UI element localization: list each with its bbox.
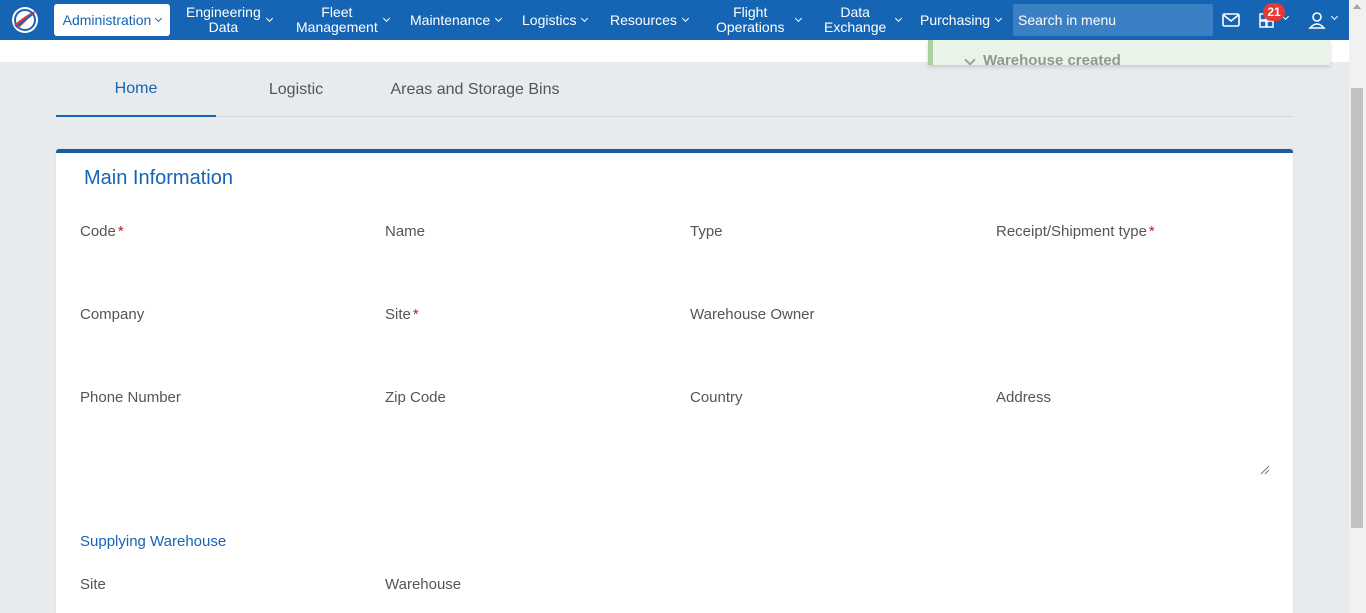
nav-label: Exchange <box>824 19 887 35</box>
code-field-label[interactable]: Code * <box>80 223 124 240</box>
label-text: Receipt/Shipment type <box>996 223 1147 240</box>
address-field-label[interactable]: Address <box>996 389 1051 406</box>
section-title: Main Information <box>84 167 233 189</box>
scrollbar-thumb[interactable] <box>1351 88 1363 528</box>
tab-areas-storage-bins[interactable]: Areas and Storage Bins <box>376 62 574 117</box>
nav-resources[interactable]: Resources <box>610 0 689 40</box>
chevron-down-icon <box>581 14 589 23</box>
nav-label: Resources <box>610 11 677 28</box>
user-icon[interactable] <box>1308 8 1326 32</box>
required-mark: * <box>412 306 419 323</box>
supplying-site-field-label[interactable]: Site <box>80 576 106 593</box>
chevron-down-icon <box>155 14 163 23</box>
administration-menu-button[interactable]: Administration <box>54 4 170 36</box>
nav-label: Flight <box>733 4 768 20</box>
country-field-label[interactable]: Country <box>690 389 743 406</box>
required-mark: * <box>1148 223 1155 240</box>
supplying-warehouse-field-label[interactable]: Warehouse <box>385 576 461 593</box>
nav-fleet-management[interactable]: Fleet Management <box>296 0 390 40</box>
nav-logistics[interactable]: Logistics <box>522 0 589 40</box>
tab-bar: Home Logistic Areas and Storage Bins <box>56 62 1293 117</box>
textarea-resize-handle[interactable] <box>1260 465 1270 475</box>
company-field-label[interactable]: Company <box>80 306 144 323</box>
tab-label: Logistic <box>268 80 324 98</box>
chevron-down-icon <box>681 14 689 23</box>
mail-icon[interactable] <box>1221 8 1241 32</box>
required-mark: * <box>117 223 124 240</box>
nav-data-exchange[interactable]: Data Exchange <box>824 0 903 40</box>
nav-flight-operations[interactable]: Flight Operations <box>716 0 803 40</box>
administration-label: Administration <box>62 12 152 28</box>
chevron-down-icon <box>382 14 390 23</box>
menu-search-input[interactable]: Search in menu <box>1013 4 1213 36</box>
nav-label: Engineering <box>186 4 261 20</box>
label-text: Code <box>80 223 116 240</box>
name-field-label[interactable]: Name <box>385 223 425 240</box>
tab-label: Areas and Storage Bins <box>390 80 560 98</box>
chevron-down-icon[interactable] <box>1330 12 1339 21</box>
chevron-down-icon <box>995 14 1003 23</box>
tab-label: Home <box>114 79 158 97</box>
nav-engineering-data[interactable]: Engineering Data <box>186 0 273 40</box>
nav-label: Management <box>296 19 378 35</box>
nav-label: Maintenance <box>410 11 491 28</box>
type-field-label[interactable]: Type <box>690 223 723 240</box>
nav-label: Purchasing <box>920 11 991 28</box>
label-text: Site <box>385 306 411 323</box>
supplying-warehouse-title: Supplying Warehouse <box>80 533 227 550</box>
site-field-label[interactable]: Site * <box>385 306 419 323</box>
nav-label: Data <box>208 19 239 35</box>
nav-maintenance[interactable]: Maintenance <box>410 0 503 40</box>
chevron-down-icon <box>895 14 903 23</box>
tab-logistic[interactable]: Logistic <box>216 62 376 117</box>
page-scrollbar[interactable] <box>1349 0 1366 613</box>
main-information-card: Main Information Code * Name Type Receipt… <box>56 149 1293 613</box>
phone-field-label[interactable]: Phone Number <box>80 389 181 406</box>
nav-purchasing[interactable]: Purchasing <box>920 0 1003 40</box>
tab-home[interactable]: Home <box>56 62 216 117</box>
search-placeholder: Search in menu <box>1018 12 1117 28</box>
chevron-down-icon <box>795 14 803 23</box>
nav-label: Fleet <box>321 4 353 20</box>
chevron-down-icon <box>265 14 273 23</box>
zip-field-label[interactable]: Zip Code <box>385 389 446 406</box>
nav-label: Data <box>840 4 870 20</box>
nav-label: Logistics <box>522 11 577 28</box>
app-logo-icon[interactable] <box>10 5 40 35</box>
notification-badge: 21 <box>1263 3 1285 21</box>
nav-label: Operations <box>716 19 785 35</box>
top-navigation: Administration Engineering Data Fleet Mana… <box>0 0 1349 40</box>
chevron-down-icon <box>495 14 503 23</box>
scroll-up-arrow-icon[interactable] <box>1353 4 1361 9</box>
warehouse-owner-field-label[interactable]: Warehouse Owner <box>690 306 815 323</box>
receipt-type-field-label[interactable]: Receipt/Shipment type * <box>996 223 1155 240</box>
